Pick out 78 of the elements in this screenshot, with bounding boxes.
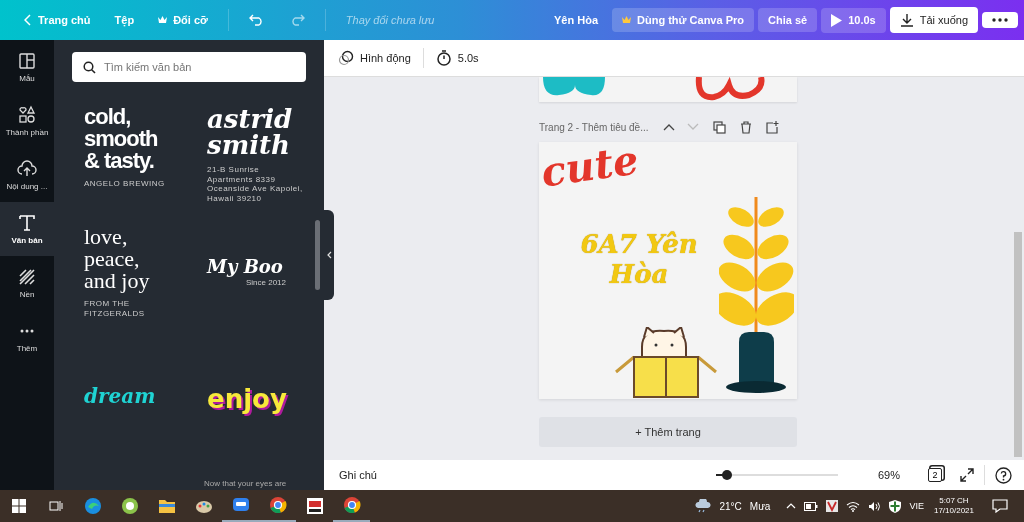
- template-caption: 21-B Sunrise Apartments 8339 Oceanside Ave Kapolei, Hawaii 39210: [207, 165, 304, 204]
- text-template[interactable]: love, peace, and joy FROM THE FITZGERALDS: [72, 212, 183, 332]
- page-title[interactable]: Trang 2 - Thêm tiêu đề...: [539, 121, 649, 133]
- sidebar-tab[interactable]: Văn bản: [0, 202, 54, 256]
- save-status: Thay đổi chưa lưu: [345, 14, 435, 26]
- text-template[interactable]: astrid smith 21-B Sunrise Apartments 8339 Oceanside Ave Kapolei, Hawaii 39210: [195, 92, 306, 212]
- text-template[interactable]: cold, smooth & tasty. ANGELO BREWING: [72, 92, 183, 212]
- page-count-button[interactable]: 2: [928, 468, 942, 482]
- notification-icon[interactable]: [992, 499, 1008, 513]
- help-icon[interactable]: [995, 466, 1012, 484]
- scrollbar[interactable]: [1014, 232, 1022, 457]
- animate-button[interactable]: Hình động: [334, 46, 415, 70]
- chevron-up-icon[interactable]: [662, 123, 675, 131]
- page-heading: 6A7 Yên Hòa: [579, 230, 699, 290]
- try-pro-button[interactable]: Dùng thử Canva Pro: [612, 8, 754, 32]
- shield-icon[interactable]: [889, 499, 902, 513]
- clock[interactable]: 5:07 CH 17/10/2021: [933, 495, 974, 517]
- template-text: My Boo: [207, 258, 284, 276]
- language-indicator[interactable]: VIE: [909, 501, 924, 511]
- zoom-percentage: 69%: [878, 469, 902, 481]
- text-template[interactable]: enjoy: [195, 332, 306, 452]
- speaker-icon[interactable]: [868, 500, 882, 512]
- slider-thumb[interactable]: [721, 470, 732, 480]
- download-button[interactable]: Tải xuống: [889, 7, 978, 33]
- back-icon: [24, 14, 32, 26]
- play-button[interactable]: 10.0s: [821, 7, 886, 33]
- crown-icon: [622, 16, 632, 24]
- battery-icon[interactable]: [804, 501, 819, 511]
- design-page[interactable]: cute 6A7 Yên Hòa: [539, 142, 797, 399]
- app-tray-icon[interactable]: [826, 500, 839, 512]
- weather-text: Mưa: [749, 500, 771, 512]
- shapes-icon: [17, 105, 37, 125]
- template-text: love,: [84, 226, 129, 248]
- task-view-icon: [48, 499, 63, 513]
- scrollbar[interactable]: [315, 220, 320, 290]
- add-page-icon[interactable]: [765, 120, 779, 134]
- layout-icon: [17, 51, 37, 71]
- duplicate-icon[interactable]: [712, 120, 726, 134]
- template-text: Now that your eyes are: [204, 480, 287, 489]
- template-text: dream: [84, 386, 157, 406]
- more-icon: [20, 329, 34, 333]
- template-text: smooth: [84, 128, 159, 150]
- template-text: smith: [207, 132, 291, 158]
- rain-cloud-icon: [693, 499, 712, 513]
- template-text: peace,: [84, 248, 141, 270]
- text-icon: [17, 213, 37, 233]
- add-page-button[interactable]: + Thêm trang: [539, 417, 797, 447]
- temperature-text: 21°C: [719, 500, 742, 512]
- template-text: and joy: [84, 270, 151, 292]
- template-caption: ANGELO BREWING: [84, 179, 166, 189]
- expand-icon[interactable]: [960, 468, 974, 482]
- notes-button[interactable]: Ghi chú: [339, 469, 377, 481]
- template-text: & tasty.: [84, 150, 155, 172]
- trash-icon[interactable]: [739, 120, 752, 134]
- cloud-upload-icon: [17, 159, 37, 179]
- collapse-handle[interactable]: [324, 210, 334, 300]
- crown-icon: [158, 16, 168, 24]
- play-icon: [831, 13, 843, 27]
- template-text: cold,: [84, 106, 132, 128]
- share-button[interactable]: Chia sẻ: [758, 8, 818, 32]
- template-text: enjoy: [207, 386, 288, 412]
- template-caption: FROM THE FITZGERALDS: [84, 299, 146, 319]
- more-button[interactable]: [982, 12, 1018, 28]
- duration-button[interactable]: 5.0s: [431, 46, 483, 70]
- text-template[interactable]: My Boo Since 2012: [195, 212, 306, 332]
- more-icon: [992, 18, 1008, 22]
- download-icon: [899, 13, 914, 27]
- stopwatch-icon: [435, 50, 452, 66]
- wifi-icon[interactable]: [846, 500, 861, 512]
- windows-icon: [11, 499, 26, 513]
- template-caption: Since 2012: [244, 278, 287, 288]
- template-text: astrid: [207, 106, 294, 132]
- search-field[interactable]: Tìm kiếm văn bản: [72, 52, 306, 82]
- design-name[interactable]: Yên Hòa: [544, 8, 609, 32]
- text-template[interactable]: dream: [72, 332, 183, 452]
- circles-icon: [338, 50, 354, 66]
- undo-icon: [248, 14, 265, 26]
- stripes-icon: [17, 267, 37, 287]
